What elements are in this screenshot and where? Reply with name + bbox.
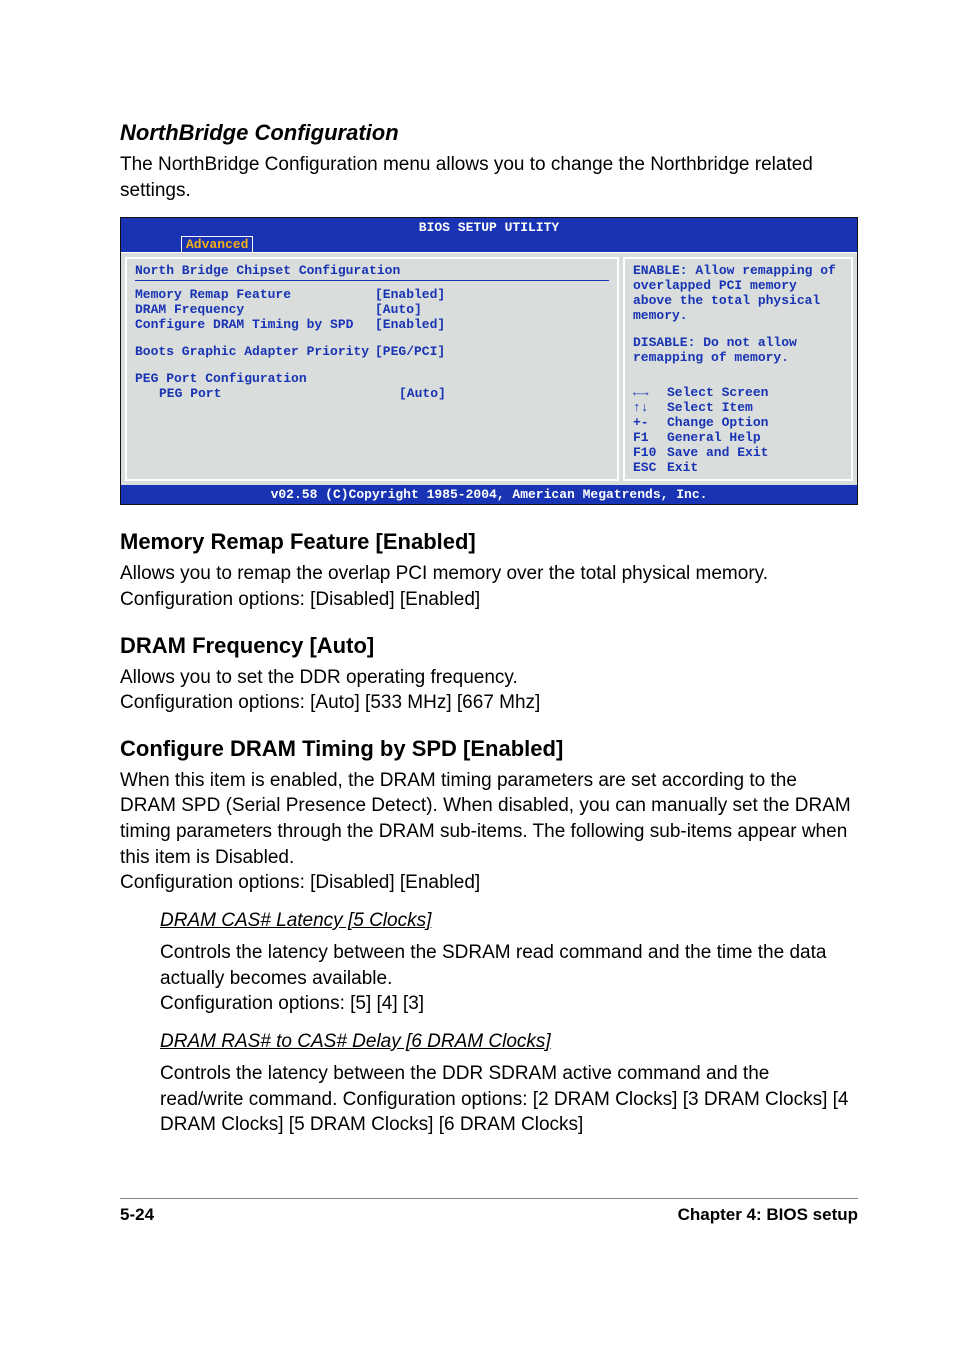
bios-help-disable: DISABLE: Do not allow remapping of memor… [633,335,843,365]
nav-text: General Help [667,430,761,445]
bios-nav-block: ←→ Select Screen ↑↓ Select Item +- Change O… [633,385,843,475]
section-dram-freq-title: DRAM Frequency [Auto] [120,633,858,659]
section-cfg-dram-body2: Configuration options: [Disabled] [Enabl… [120,870,858,896]
nav-plusminus-icon: +- [633,415,661,430]
nav-arrows-lr-icon: ←→ [633,385,661,400]
bios-row-value: [PEG/PCI] [375,344,445,359]
section-cfg-dram-body: When this item is enabled, the DRAM timi… [120,768,858,871]
sub-item-ras: DRAM RAS# to CAS# Delay [6 DRAM Clocks] … [160,1031,858,1138]
page-number: 5-24 [120,1205,154,1225]
bios-row-memory-remap: Memory Remap Feature [Enabled] [135,287,609,302]
bios-left-heading: North Bridge Chipset Configuration [135,263,609,278]
nav-esc: ESC [633,460,661,475]
section-memory-remap-body: Allows you to remap the overlap PCI memo… [120,561,858,612]
bios-row-boots-graphic: Boots Graphic Adapter Priority [PEG/PCI] [135,344,609,359]
bios-titlebar: BIOS SETUP UTILITY Advanced [121,218,857,252]
sub-item-cas: DRAM CAS# Latency [5 Clocks] Controls th… [160,910,858,1017]
sub-ras-body: Controls the latency between the DDR SDR… [160,1061,858,1138]
bios-right-pane: ENABLE: Allow remapping of overlapped PC… [623,257,853,481]
section-cfg-dram-title: Configure DRAM Timing by SPD [Enabled] [120,736,858,762]
bios-row-label: Memory Remap Feature [135,287,375,302]
bios-row-label: DRAM Frequency [135,302,375,317]
nav-f1: F1 [633,430,661,445]
chapter-title: Chapter 4: BIOS setup [678,1205,858,1225]
nav-arrows-ud-icon: ↑↓ [633,400,661,415]
bios-row-label: Configure DRAM Timing by SPD [135,317,375,332]
nav-text: Exit [667,460,698,475]
sub-cas-body2: Configuration options: [5] [4] [3] [160,991,858,1017]
bios-title-text: BIOS SETUP UTILITY [121,220,857,235]
bios-row-value: [Enabled] [375,287,445,302]
bios-tab-advanced: Advanced [181,236,253,252]
bios-footer: v02.58 (C)Copyright 1985-2004, American … [121,485,857,504]
bios-help-enable: ENABLE: Allow remapping of overlapped PC… [633,263,843,323]
bios-row-dram-freq: DRAM Frequency [Auto] [135,302,609,317]
bios-row-label: Boots Graphic Adapter Priority [135,344,375,359]
bios-row-value: [Auto] [375,302,422,317]
section-memory-remap-title: Memory Remap Feature [Enabled] [120,529,858,555]
bios-row-cfg-dram: Configure DRAM Timing by SPD [Enabled] [135,317,609,332]
sub-cas-body: Controls the latency between the SDRAM r… [160,940,858,991]
section-dram-freq-body2: Configuration options: [Auto] [533 MHz] … [120,690,858,716]
bios-left-pane: North Bridge Chipset Configuration Memor… [125,257,619,481]
bios-screenshot: BIOS SETUP UTILITY Advanced North Bridge… [120,217,858,505]
page-footer: 5-24 Chapter 4: BIOS setup [120,1198,858,1225]
bios-row-label: PEG Port [135,386,399,401]
section-northbridge-title: NorthBridge Configuration [120,120,858,146]
sub-ras-title: DRAM RAS# to CAS# Delay [6 DRAM Clocks] [160,1031,858,1053]
bios-peg-heading: PEG Port Configuration [135,371,609,386]
nav-f10: F10 [633,445,661,460]
bios-row-value: [Enabled] [375,317,445,332]
sub-cas-title: DRAM CAS# Latency [5 Clocks] [160,910,858,932]
nav-text: Save and Exit [667,445,768,460]
nav-text: Change Option [667,415,768,430]
bios-row-value: [Auto] [399,386,446,401]
section-dram-freq-body1: Allows you to set the DDR operating freq… [120,665,858,691]
nav-text: Select Item [667,400,753,415]
nav-text: Select Screen [667,385,768,400]
section-northbridge-body: The NorthBridge Configuration menu allow… [120,152,858,203]
bios-row-peg-port: PEG Port [Auto] [135,386,609,401]
